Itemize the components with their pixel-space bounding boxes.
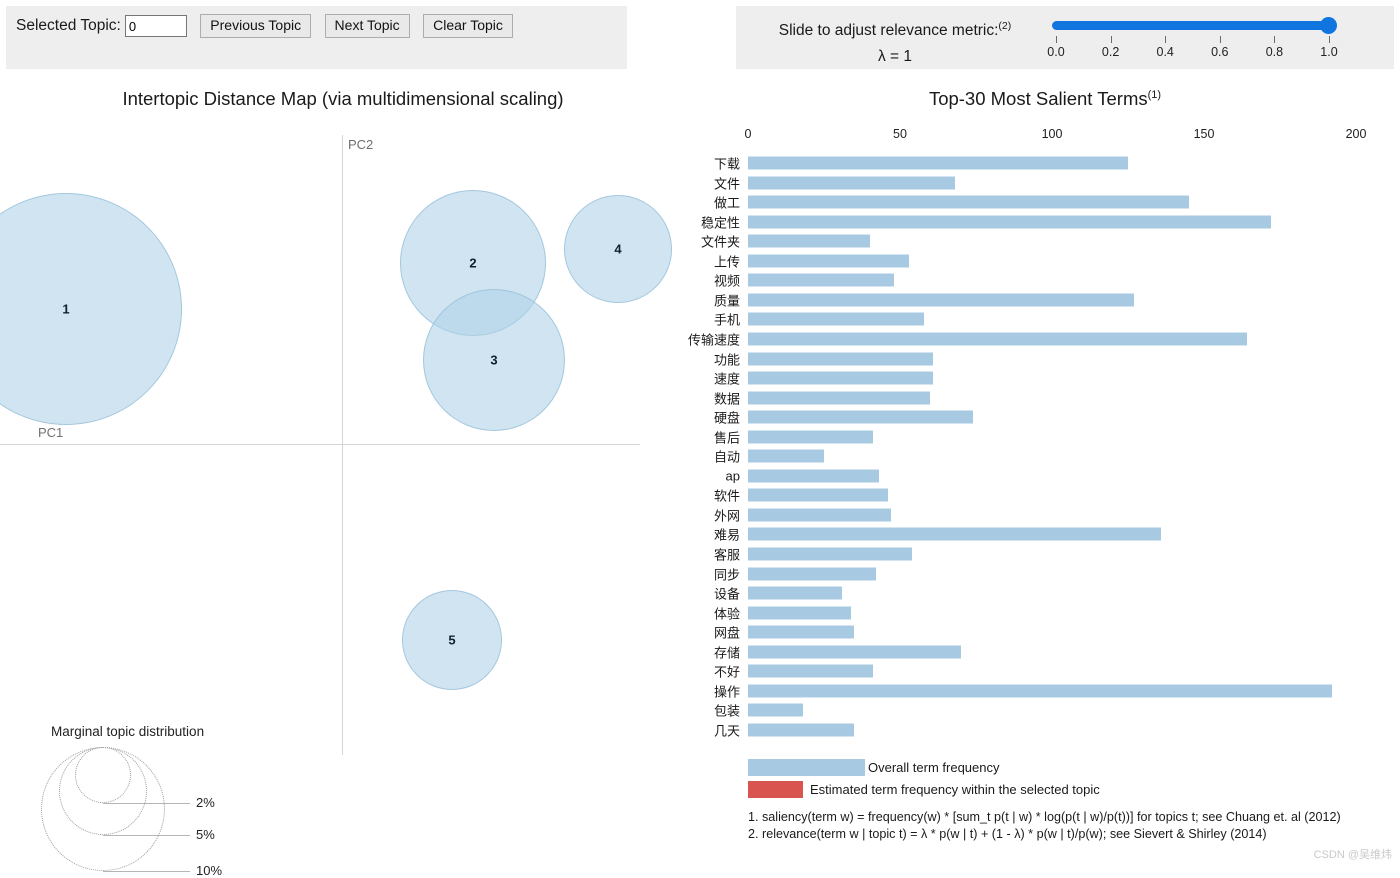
salient-terms-chart: 0 50 100 150 200 下载 文件 做工 稳定性 文件夹 上传 视频 质量 手机 传输速度 功能速… xyxy=(0,0,1400,866)
term-frequency-bar[interactable] xyxy=(748,410,973,424)
term-label[interactable]: 功能 xyxy=(630,349,740,368)
term-frequency-bar[interactable] xyxy=(748,254,910,268)
term-frequency-bar[interactable] xyxy=(748,508,891,522)
term-label[interactable]: 速度 xyxy=(630,369,740,388)
term-label[interactable]: 做工 xyxy=(630,193,740,212)
term-frequency-bar[interactable] xyxy=(748,195,1189,209)
term-label[interactable]: 自动 xyxy=(630,447,740,466)
term-label[interactable]: 客服 xyxy=(630,545,740,564)
term-frequency-bar[interactable] xyxy=(748,156,1128,170)
marginal-leader-line xyxy=(103,871,190,872)
term-frequency-bar[interactable] xyxy=(748,430,873,444)
term-frequency-bar[interactable] xyxy=(748,215,1271,229)
term-frequency-bar[interactable] xyxy=(748,567,876,581)
term-frequency-bar[interactable] xyxy=(748,488,888,502)
footnote-2: 2. relevance(term w | topic t) = λ * p(w… xyxy=(748,827,1267,841)
term-frequency-bar[interactable] xyxy=(748,684,1332,698)
term-frequency-bar[interactable] xyxy=(748,371,934,385)
term-frequency-bar[interactable] xyxy=(748,703,803,717)
term-frequency-bar[interactable] xyxy=(748,449,824,463)
x-axis-tick-label: 200 xyxy=(1345,127,1367,141)
term-label[interactable]: 手机 xyxy=(630,310,740,329)
term-frequency-bar[interactable] xyxy=(748,273,894,287)
term-label[interactable]: 质量 xyxy=(630,290,740,309)
term-label[interactable]: 不好 xyxy=(630,662,740,681)
term-label[interactable]: 文件 xyxy=(630,173,740,192)
term-label[interactable]: 难易 xyxy=(630,525,740,544)
term-frequency-bar[interactable] xyxy=(748,469,879,483)
watermark: CSDN @吴维炜 xyxy=(1313,849,1392,861)
legend-label: Overall term frequency xyxy=(868,760,1000,775)
term-label[interactable]: 软件 xyxy=(630,486,740,505)
term-frequency-bar[interactable] xyxy=(748,586,843,600)
term-frequency-bar[interactable] xyxy=(748,527,1162,541)
x-axis-tick-label: 0 xyxy=(744,127,752,141)
footnote-1: 1. saliency(term w) = frequency(w) * [su… xyxy=(748,810,1341,824)
term-label[interactable]: 设备 xyxy=(630,584,740,603)
term-label[interactable]: 下载 xyxy=(630,154,740,173)
term-label[interactable]: 售后 xyxy=(630,427,740,446)
term-frequency-bar[interactable] xyxy=(748,723,855,737)
term-label[interactable]: 文件夹 xyxy=(630,232,740,251)
x-axis-tick-label: 100 xyxy=(1041,127,1063,141)
term-frequency-bar[interactable] xyxy=(748,606,852,620)
x-axis-tick-label: 50 xyxy=(893,127,907,141)
term-label[interactable]: ap xyxy=(630,468,740,483)
term-frequency-bar[interactable] xyxy=(748,645,961,659)
term-frequency-bar[interactable] xyxy=(748,293,1135,307)
term-frequency-bar[interactable] xyxy=(748,664,873,678)
term-label[interactable]: 视频 xyxy=(630,271,740,290)
term-label[interactable]: 硬盘 xyxy=(630,408,740,427)
term-label[interactable]: 同步 xyxy=(630,564,740,583)
term-label[interactable]: 传输速度 xyxy=(630,329,740,348)
term-frequency-bar[interactable] xyxy=(748,234,870,248)
term-label[interactable]: 外网 xyxy=(630,505,740,524)
legend-swatch-overall xyxy=(748,759,865,776)
term-label[interactable]: 操作 xyxy=(630,681,740,700)
term-label[interactable]: 包装 xyxy=(630,701,740,720)
term-label[interactable]: 网盘 xyxy=(630,623,740,642)
term-frequency-bar[interactable] xyxy=(748,176,955,190)
term-label[interactable]: 体验 xyxy=(630,603,740,622)
term-label[interactable]: 几天 xyxy=(630,720,740,739)
term-frequency-bar[interactable] xyxy=(748,391,931,405)
term-frequency-bar[interactable] xyxy=(748,352,934,365)
legend-swatch-selected xyxy=(748,781,803,798)
term-label[interactable]: 数据 xyxy=(630,388,740,407)
term-frequency-bar[interactable] xyxy=(748,547,913,561)
term-label[interactable]: 上传 xyxy=(630,251,740,270)
term-frequency-bar[interactable] xyxy=(748,332,1247,346)
term-frequency-bar[interactable] xyxy=(748,625,855,639)
term-frequency-bar[interactable] xyxy=(748,312,925,326)
legend-label: Estimated term frequency within the sele… xyxy=(810,782,1100,797)
term-label[interactable]: 稳定性 xyxy=(630,212,740,231)
x-axis-tick-label: 150 xyxy=(1193,127,1215,141)
term-label[interactable]: 存储 xyxy=(630,642,740,661)
